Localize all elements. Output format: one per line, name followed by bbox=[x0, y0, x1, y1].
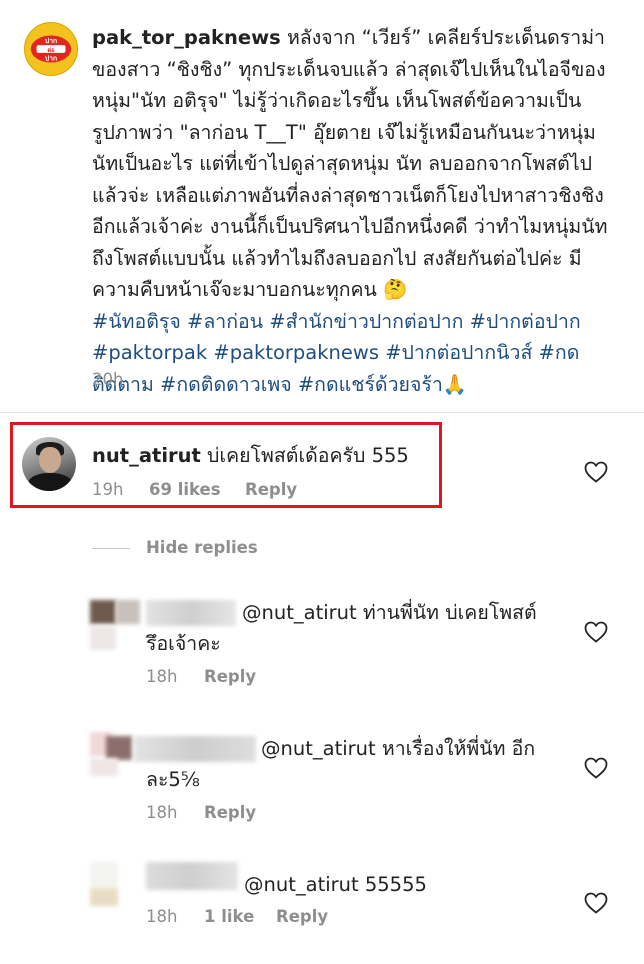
reply-likes[interactable]: 1 like bbox=[204, 907, 254, 926]
post-username[interactable]: pak_tor_paknews bbox=[92, 26, 281, 49]
reply-button[interactable]: Reply bbox=[204, 803, 256, 822]
post-caption-text: หลังจาก “เวียร์” เคลียร์ประเด็นดราม่าของ… bbox=[92, 26, 608, 301]
reply-mention[interactable]: @nut_atirut bbox=[261, 737, 376, 760]
reply-line-1: @nut_atirut 55555 bbox=[244, 869, 427, 900]
comment-likes[interactable]: 69 likes bbox=[149, 480, 221, 499]
reply-time: 18h bbox=[146, 803, 178, 822]
hide-replies-line bbox=[92, 548, 130, 549]
like-heart-icon[interactable] bbox=[584, 757, 608, 779]
like-heart-icon[interactable] bbox=[584, 461, 608, 483]
divider bbox=[0, 412, 644, 413]
reply-avatar[interactable] bbox=[90, 598, 142, 650]
redacted-username bbox=[146, 862, 238, 890]
redacted-username bbox=[146, 600, 236, 626]
like-heart-icon[interactable] bbox=[584, 621, 608, 643]
svg-text:ปาก: ปาก bbox=[45, 37, 57, 45]
post-hashtags[interactable]: #นัทอติรุจ #ลาก่อน #สำนักข่าวปากต่อปาก #… bbox=[92, 306, 612, 401]
pak-tor-pak-logo-icon: ปาก ต่อ ปาก bbox=[25, 23, 77, 75]
reply-text: ท่านพี่นัท บ่เคยโพสต์ bbox=[362, 601, 537, 624]
avatar-face bbox=[39, 447, 61, 473]
comment-body: nut_atirut บ่เคยโพสต์เด้อครับ 555 bbox=[92, 442, 409, 470]
comment-reply-button[interactable]: Reply bbox=[245, 480, 297, 499]
reply-mention[interactable]: @nut_atirut bbox=[242, 601, 357, 624]
reply-text: หาเรื่องให้พี่นัท อีก bbox=[381, 737, 536, 760]
comment-username[interactable]: nut_atirut bbox=[92, 444, 201, 467]
reply-button[interactable]: Reply bbox=[204, 667, 256, 686]
like-heart-icon[interactable] bbox=[584, 892, 608, 914]
reply-line-1: @nut_atirut หาเรื่องให้พี่นัท อีก bbox=[261, 733, 535, 764]
post-caption: pak_tor_paknews หลังจาก “เวียร์” เคลียร์… bbox=[92, 22, 612, 400]
reply-line-2: รึอเจ้าคะ bbox=[146, 632, 221, 655]
reply-avatar[interactable] bbox=[90, 860, 142, 912]
svg-text:ต่อ: ต่อ bbox=[47, 47, 55, 54]
post-time: 20h bbox=[92, 370, 124, 389]
reply-line-2: ละ5⅝ bbox=[146, 768, 200, 791]
reply-text: 55555 bbox=[364, 873, 427, 896]
avatar-body bbox=[28, 473, 72, 491]
reply-button[interactable]: Reply bbox=[276, 907, 328, 926]
reply-time: 18h bbox=[146, 667, 178, 686]
post-avatar[interactable]: ปาก ต่อ ปาก bbox=[24, 22, 78, 76]
hide-replies-button[interactable]: Hide replies bbox=[146, 538, 258, 557]
comment-time: 19h bbox=[92, 480, 124, 499]
reply-line-1: @nut_atirut ท่านพี่นัท บ่เคยโพสต์ bbox=[242, 597, 537, 628]
comment-avatar[interactable] bbox=[22, 437, 76, 491]
svg-text:ปาก: ปาก bbox=[45, 55, 57, 63]
reply-mention[interactable]: @nut_atirut bbox=[244, 873, 359, 896]
comment-text: บ่เคยโพสต์เด้อครับ 555 bbox=[207, 444, 409, 467]
redacted-username bbox=[134, 736, 256, 762]
reply-time: 18h bbox=[146, 907, 178, 926]
